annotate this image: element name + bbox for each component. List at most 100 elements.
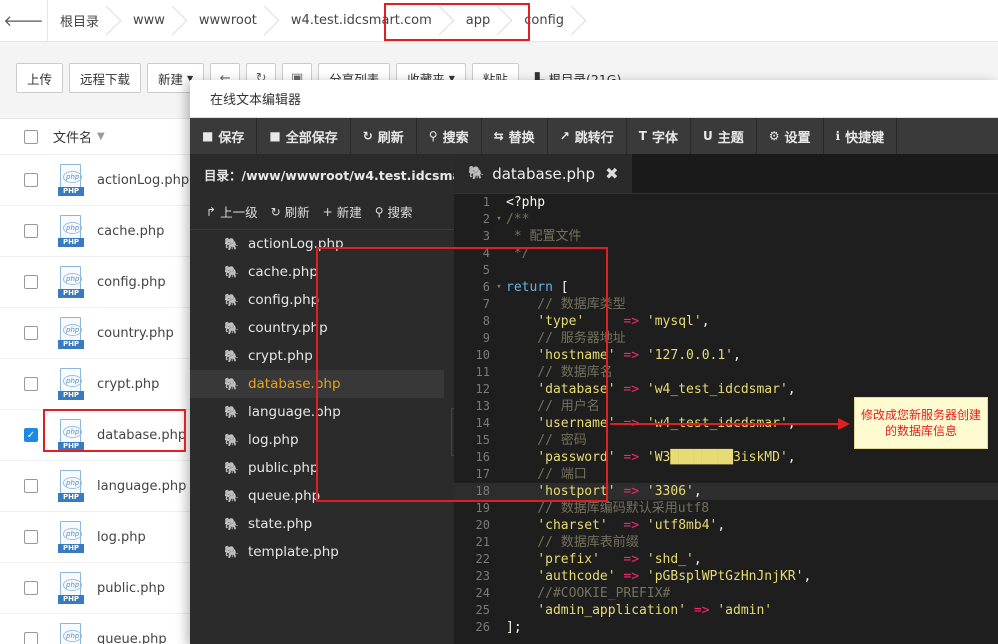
sort-caret-icon[interactable]: ▼: [97, 131, 105, 142]
breadcrumb-item-root[interactable]: 根目录: [48, 0, 111, 41]
code-line[interactable]: 26];: [454, 619, 998, 636]
arrow-left-icon: 🡐: [3, 12, 44, 30]
sidebar-file-item[interactable]: 🐘 state.php: [190, 510, 454, 538]
refresh-icon: ↻: [270, 204, 281, 219]
font-icon: T: [638, 129, 647, 143]
fold-toggle-icon[interactable]: ▾: [492, 211, 506, 228]
file-row[interactable]: PHP actionLog.php: [0, 155, 190, 206]
file-name[interactable]: config.php: [97, 275, 166, 290]
refresh-icon: ↻: [362, 129, 373, 143]
code-line[interactable]: 20 'charset' => 'utf8mb4',: [454, 517, 998, 534]
code-line[interactable]: 25 'admin_application' => 'admin': [454, 602, 998, 619]
remote-download-button[interactable]: 远程下载: [69, 63, 142, 93]
fold-toggle-icon: [492, 534, 506, 551]
php-file-icon: 🐘: [224, 405, 239, 419]
annotation-arrow: [610, 418, 850, 430]
menu-info-button[interactable]: ℹ 快捷键: [824, 118, 898, 154]
file-checkbox[interactable]: [24, 581, 38, 595]
php-file-icon: 🐘: [224, 489, 239, 503]
php-file-icon: 🐘: [468, 166, 485, 181]
menu-search-button[interactable]: ⚲ 搜索: [417, 118, 482, 154]
file-name[interactable]: language.php: [97, 479, 186, 494]
file-checkbox[interactable]: ✓: [24, 428, 38, 442]
arrow-head-icon: [838, 418, 850, 430]
file-name[interactable]: public.php: [97, 581, 165, 596]
file-row[interactable]: PHP crypt.php: [0, 359, 190, 410]
file-name[interactable]: log.php: [97, 530, 146, 545]
breadcrumb-item-wwwroot[interactable]: wwwroot: [177, 0, 269, 41]
file-row[interactable]: PHP cache.php: [0, 206, 190, 257]
file-list-header: 文件名 ▼: [0, 119, 190, 155]
upload-button[interactable]: 上传: [16, 63, 64, 93]
php-file-icon: 🐘: [224, 461, 239, 475]
code-text: ];: [506, 620, 522, 635]
line-number: 22: [475, 552, 490, 566]
file-row[interactable]: PHP log.php: [0, 512, 190, 563]
menu-replace-button[interactable]: ⇆ 替换: [482, 118, 548, 154]
breadcrumb-highlight-box: [384, 3, 530, 41]
select-all-checkbox[interactable]: [24, 129, 38, 144]
php-file-icon: 🐘: [224, 545, 239, 559]
sidebar-file-item[interactable]: 🐘 template.php: [190, 538, 454, 566]
tab-database-php[interactable]: 🐘 database.php ✖: [454, 154, 633, 193]
code-line[interactable]: 19 // 数据库编码默认采用utf8: [454, 500, 998, 517]
filename-column-header[interactable]: 文件名: [53, 127, 92, 146]
code-text: * 配置文件: [506, 229, 582, 244]
line-number: 20: [475, 518, 490, 532]
database-file-highlight-box: [43, 409, 186, 452]
sidebar-search-button[interactable]: ⚲ 搜索: [375, 202, 413, 221]
file-row[interactable]: PHP public.php: [0, 563, 190, 614]
file-checkbox[interactable]: [24, 632, 38, 644]
file-row[interactable]: PHP language.php: [0, 461, 190, 512]
file-name[interactable]: actionLog.php: [97, 173, 189, 188]
directory-path: 目录：/www/wwwroot/w4.test.idcsmar...: [204, 167, 454, 183]
file-checkbox[interactable]: [24, 530, 38, 544]
file-name[interactable]: country.php: [97, 326, 174, 341]
code-line[interactable]: 1 <?php: [454, 194, 998, 211]
code-text: /**: [506, 212, 530, 227]
file-row[interactable]: PHP country.php: [0, 308, 190, 359]
code-line[interactable]: 21 // 数据库表前缀: [454, 534, 998, 551]
php-file-icon: 🐘: [224, 321, 239, 335]
code-line[interactable]: 2 ▾/**: [454, 211, 998, 228]
file-checkbox[interactable]: [24, 377, 38, 391]
close-tab-icon[interactable]: ✖: [605, 164, 618, 183]
menu-font-button[interactable]: T 字体: [627, 118, 691, 154]
save-icon: ■: [202, 129, 214, 143]
menu-refresh-button[interactable]: ↻ 刷新: [351, 118, 417, 154]
file-row[interactable]: PHP config.php: [0, 257, 190, 308]
fold-toggle-icon: [492, 585, 506, 602]
line-number: 2: [482, 212, 490, 226]
save-all-icon: ■: [269, 129, 281, 143]
code-line[interactable]: 23 'authcode' => 'pGBsplWPtGzHnJnjKR',: [454, 568, 998, 585]
annotation-callout: 修改成您新服务器创建的数据库信息: [854, 397, 988, 449]
file-checkbox[interactable]: [24, 173, 38, 187]
php-file-icon: 🐘: [224, 349, 239, 363]
file-name[interactable]: cache.php: [97, 224, 164, 239]
menu-theme-button[interactable]: U 主题: [691, 118, 757, 154]
fold-toggle-icon: [492, 602, 506, 619]
php-file-icon: 🐘: [224, 433, 239, 447]
file-checkbox[interactable]: [24, 326, 38, 340]
search-icon: ⚲: [428, 129, 438, 143]
code-line[interactable]: 22 'prefix' => 'shd_',: [454, 551, 998, 568]
php-file-icon: 🐘: [224, 377, 239, 391]
file-checkbox[interactable]: [24, 275, 38, 289]
sidebar-plus-button[interactable]: + 新建: [323, 202, 362, 221]
file-checkbox[interactable]: [24, 479, 38, 493]
up-level-icon: ↱: [206, 204, 217, 219]
sidebar-up-level-button[interactable]: ↱ 上一级: [206, 202, 258, 221]
file-name[interactable]: crypt.php: [97, 377, 159, 392]
php-file-icon: 🐘: [224, 293, 239, 307]
menu-save-button[interactable]: ■ 保存: [190, 118, 258, 154]
menu-save-all-button[interactable]: ■ 全部保存: [257, 118, 351, 154]
code-line[interactable]: 3 * 配置文件: [454, 228, 998, 245]
sidebar-refresh-button[interactable]: ↻ 刷新: [271, 202, 310, 221]
code-line[interactable]: 24 //#COOKIE_PREFIX#: [454, 585, 998, 602]
file-checkbox[interactable]: [24, 224, 38, 238]
menu-goto-line-button[interactable]: ↗ 跳转行: [548, 118, 627, 154]
menu-settings-button[interactable]: ⚙ 设置: [757, 118, 824, 154]
file-name[interactable]: queue.php: [97, 632, 167, 644]
file-row[interactable]: PHP queue.php: [0, 614, 190, 644]
back-button[interactable]: 🡐: [0, 0, 48, 41]
